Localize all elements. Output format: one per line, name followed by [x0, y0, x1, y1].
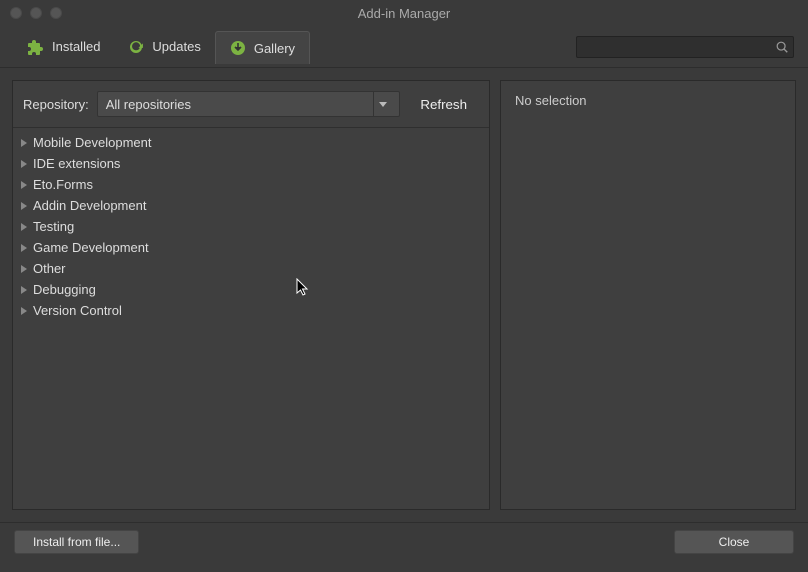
caret-right-icon: [21, 307, 27, 315]
tree-item[interactable]: Mobile Development: [13, 132, 489, 153]
tree-item-label: Game Development: [33, 240, 149, 255]
repository-selected-value: All repositories: [106, 97, 191, 112]
update-icon: [128, 39, 144, 55]
tree-item[interactable]: Other: [13, 258, 489, 279]
tab-gallery[interactable]: Gallery: [215, 31, 310, 64]
repository-select[interactable]: All repositories: [97, 91, 401, 117]
tree-item-label: Addin Development: [33, 198, 146, 213]
close-window-icon[interactable]: [10, 7, 22, 19]
minimize-window-icon[interactable]: [30, 7, 42, 19]
chevron-down-icon: [373, 92, 391, 116]
tree-item-label: Version Control: [33, 303, 122, 318]
tree-item-label: Testing: [33, 219, 74, 234]
tree-item-label: IDE extensions: [33, 156, 120, 171]
search-input[interactable]: [576, 36, 794, 58]
search-field[interactable]: [581, 39, 775, 54]
tree-item[interactable]: IDE extensions: [13, 153, 489, 174]
caret-right-icon: [21, 139, 27, 147]
content-area: Repository: All repositories Refresh Mob…: [0, 68, 808, 522]
category-tree[interactable]: Mobile Development IDE extensions Eto.Fo…: [13, 128, 489, 509]
tree-item-label: Debugging: [33, 282, 96, 297]
detail-panel: No selection: [500, 80, 796, 510]
caret-right-icon: [21, 202, 27, 210]
tree-item[interactable]: Version Control: [13, 300, 489, 321]
caret-right-icon: [21, 160, 27, 168]
empty-selection-text: No selection: [515, 93, 781, 108]
tree-item[interactable]: Debugging: [13, 279, 489, 300]
puzzle-icon: [28, 39, 44, 55]
caret-right-icon: [21, 223, 27, 231]
caret-right-icon: [21, 286, 27, 294]
tree-item[interactable]: Testing: [13, 216, 489, 237]
refresh-button[interactable]: Refresh: [408, 91, 479, 117]
tab-updates[interactable]: Updates: [114, 31, 214, 63]
repository-panel: Repository: All repositories Refresh Mob…: [12, 80, 490, 510]
tree-item-label: Mobile Development: [33, 135, 152, 150]
caret-right-icon: [21, 244, 27, 252]
tree-item[interactable]: Eto.Forms: [13, 174, 489, 195]
tab-bar: Installed Updates Gallery: [0, 26, 808, 68]
tab-label: Gallery: [254, 41, 295, 56]
tree-item-label: Other: [33, 261, 66, 276]
search-icon: [775, 40, 789, 54]
titlebar: Add-in Manager: [0, 0, 808, 26]
tab-label: Updates: [152, 39, 200, 54]
zoom-window-icon[interactable]: [50, 7, 62, 19]
caret-right-icon: [21, 181, 27, 189]
window-controls: [0, 7, 62, 19]
tree-item-label: Eto.Forms: [33, 177, 93, 192]
close-button[interactable]: Close: [674, 530, 794, 554]
tab-label: Installed: [52, 39, 100, 54]
install-from-file-button[interactable]: Install from file...: [14, 530, 139, 554]
repository-toolbar: Repository: All repositories Refresh: [13, 81, 489, 128]
caret-right-icon: [21, 265, 27, 273]
tree-item[interactable]: Game Development: [13, 237, 489, 258]
repository-label: Repository:: [23, 97, 89, 112]
tab-installed[interactable]: Installed: [14, 31, 114, 63]
tree-item[interactable]: Addin Development: [13, 195, 489, 216]
download-icon: [230, 40, 246, 56]
footer: Install from file... Close: [0, 522, 808, 560]
window-title: Add-in Manager: [0, 6, 808, 21]
